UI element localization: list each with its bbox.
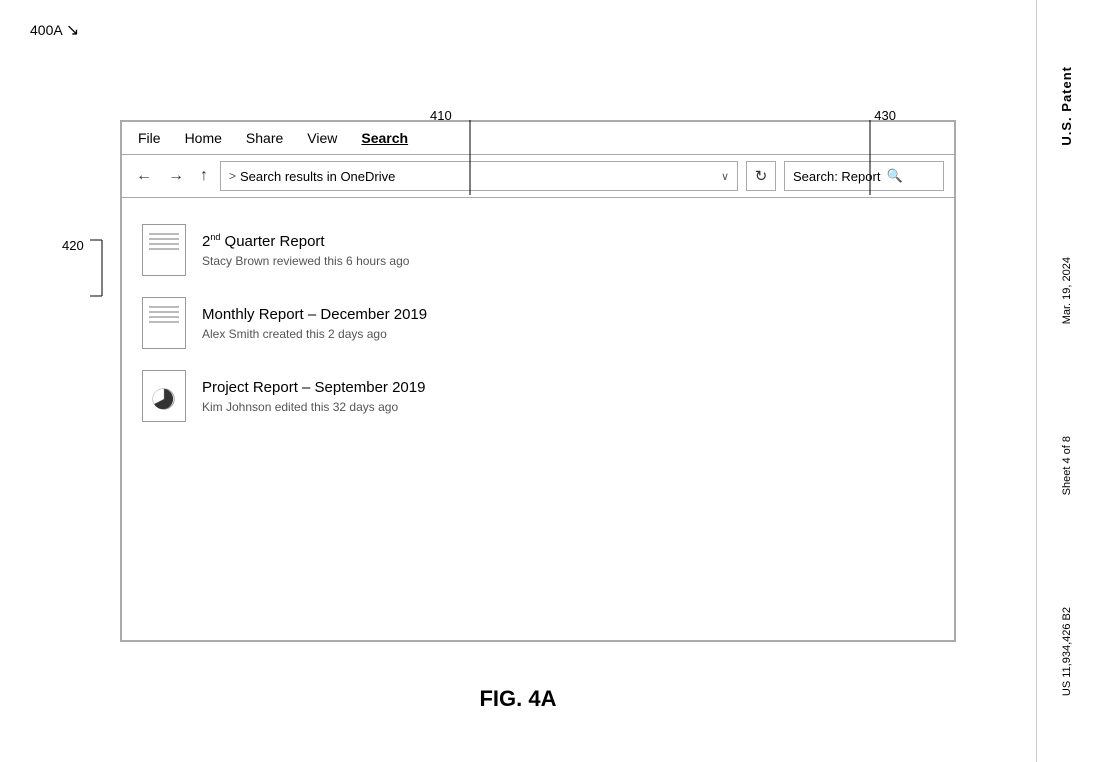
file-meta-3: Kim Johnson edited this 32 days ago (202, 400, 425, 414)
up-button[interactable]: ↑ (196, 165, 212, 187)
figure-label: 400A ↘ (30, 20, 79, 40)
figure-label-text: 400A (30, 22, 62, 38)
window-frame: File Home Share View Search ← → ↑ > Sear… (120, 120, 956, 642)
search-box-text: Search: Report (793, 169, 880, 184)
callout-420-text: 420 (62, 238, 84, 253)
patent-sidebar: U.S. Patent Mar. 19, 2024 Sheet 4 of 8 U… (1036, 0, 1096, 762)
menu-search[interactable]: Search (361, 130, 408, 146)
refresh-button[interactable]: ↻ (746, 161, 776, 191)
patent-number: US 11,934,426 B2 (1061, 607, 1073, 696)
forward-button[interactable]: → (164, 165, 188, 187)
callout-430: 430 (874, 108, 896, 123)
address-dropdown-icon[interactable]: ∨ (721, 170, 729, 183)
patent-sheet: Sheet 4 of 8 (1061, 436, 1073, 495)
file-name-3: Project Report – September 2019 (202, 379, 425, 396)
back-button[interactable]: ← (132, 165, 156, 187)
file-meta-1: Stacy Brown reviewed this 6 hours ago (202, 254, 409, 268)
list-item[interactable]: 2nd Quarter Report Stacy Brown reviewed … (142, 214, 934, 287)
address-chevron-icon: > (229, 169, 236, 183)
search-icon: 🔍 (886, 168, 902, 184)
file-icon-2 (142, 297, 186, 349)
figure-arrow: ↘ (66, 22, 79, 39)
fig-caption-text: FIG. 4A (479, 686, 556, 711)
patent-title: U.S. Patent (1059, 66, 1074, 146)
callout-410: 410 (430, 108, 452, 123)
fig-caption: FIG. 4A (479, 686, 556, 712)
file-icon-3 (142, 370, 186, 422)
file-info-2: Monthly Report – December 2019 Alex Smit… (202, 306, 427, 341)
menu-bar: File Home Share View Search (122, 122, 954, 155)
file-name-1: 2nd Quarter Report (202, 232, 409, 250)
patent-date: Mar. 19, 2024 (1061, 257, 1073, 324)
file-meta-2: Alex Smith created this 2 days ago (202, 327, 427, 341)
address-bar[interactable]: > Search results in OneDrive ∨ (220, 161, 738, 191)
file-name-2: Monthly Report – December 2019 (202, 306, 427, 323)
menu-home[interactable]: Home (185, 130, 222, 146)
menu-file[interactable]: File (138, 130, 161, 146)
list-item[interactable]: Project Report – September 2019 Kim John… (142, 360, 934, 433)
callout-420: 420 (62, 238, 104, 298)
main-content: 400A ↘ File Home Share View Search ← → ↑… (0, 0, 1036, 762)
file-lines-icon (149, 306, 179, 326)
address-text: Search results in OneDrive (240, 169, 717, 184)
file-lines-icon (149, 233, 179, 253)
list-item[interactable]: Monthly Report – December 2019 Alex Smit… (142, 287, 934, 360)
menu-share[interactable]: Share (246, 130, 283, 146)
file-icon-1 (142, 224, 186, 276)
callout-430-text: 430 (874, 108, 896, 123)
toolbar: ← → ↑ > Search results in OneDrive ∨ ↻ S… (122, 155, 954, 198)
file-info-3: Project Report – September 2019 Kim John… (202, 379, 425, 414)
file-info-1: 2nd Quarter Report Stacy Brown reviewed … (202, 232, 409, 268)
callout-410-text: 410 (430, 108, 452, 123)
callout-420-line (88, 238, 104, 298)
file-list: 2nd Quarter Report Stacy Brown reviewed … (122, 198, 954, 449)
chart-icon (151, 386, 177, 412)
refresh-icon: ↻ (755, 167, 768, 185)
menu-view[interactable]: View (307, 130, 337, 146)
search-box[interactable]: Search: Report 🔍 (784, 161, 944, 191)
